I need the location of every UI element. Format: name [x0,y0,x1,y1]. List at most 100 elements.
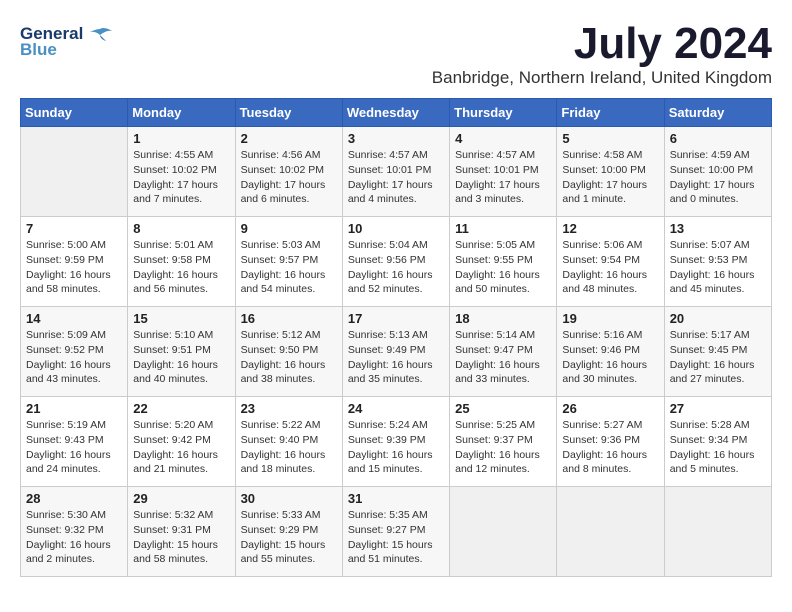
day-info: Sunrise: 5:24 AM Sunset: 9:39 PM Dayligh… [348,418,444,477]
logo: General Blue [20,24,112,61]
calendar-day-cell: 21 Sunrise: 5:19 AM Sunset: 9:43 PM Dayli… [21,397,128,487]
calendar-day-cell: 20Sunrise: 5:17 AM Sunset: 9:45 PM Dayli… [664,307,771,397]
day-number: 15 [133,311,229,326]
day-info: Sunrise: 5:14 AM Sunset: 9:47 PM Dayligh… [455,328,551,387]
calendar-day-cell: 11 Sunrise: 5:05 AM Sunset: 9:55 PM Dayli… [450,217,557,307]
day-number: 5 [562,131,658,146]
day-number: 20 [670,311,766,326]
day-number: 10 [348,221,444,236]
day-number: 17 [348,311,444,326]
calendar-day-cell: 5 Sunrise: 4:58 AM Sunset: 10:00 PM Dayli… [557,127,664,217]
calendar-day-cell: 30Sunrise: 5:33 AM Sunset: 9:29 PM Dayli… [235,487,342,577]
day-info: Sunrise: 4:57 AM Sunset: 10:01 PM Daylig… [348,148,444,207]
calendar-week-row: 7Sunrise: 5:00 AM Sunset: 9:59 PM Daylig… [21,217,772,307]
calendar-day-cell: 25Sunrise: 5:25 AM Sunset: 9:37 PM Dayli… [450,397,557,487]
day-number: 11 [455,221,551,236]
day-info: Sunrise: 5:05 AM Sunset: 9:55 PM Dayligh… [455,238,551,297]
calendar-day-cell: 16 Sunrise: 5:12 AM Sunset: 9:50 PM Dayli… [235,307,342,397]
calendar-day-cell [450,487,557,577]
calendar-day-cell: 4Sunrise: 4:57 AM Sunset: 10:01 PM Dayli… [450,127,557,217]
day-number: 27 [670,401,766,416]
calendar-day-cell: 27Sunrise: 5:28 AM Sunset: 9:34 PM Dayli… [664,397,771,487]
calendar-day-header: Sunday [21,99,128,127]
day-number: 3 [348,131,444,146]
calendar-header-row: SundayMondayTuesdayWednesdayThursdayFrid… [21,99,772,127]
day-info: Sunrise: 5:30 AM Sunset: 9:32 PM Dayligh… [26,508,122,567]
logo-text: General Blue [20,24,112,61]
day-number: 21 [26,401,122,416]
day-info: Sunrise: 4:56 AM Sunset: 10:02 PM Daylig… [241,148,337,207]
calendar-day-header: Tuesday [235,99,342,127]
calendar-day-header: Friday [557,99,664,127]
calendar-day-cell: 7Sunrise: 5:00 AM Sunset: 9:59 PM Daylig… [21,217,128,307]
calendar-day-cell: 23 Sunrise: 5:22 AM Sunset: 9:40 PM Dayli… [235,397,342,487]
main-title: July 2024 [432,20,772,68]
day-info: Sunrise: 5:06 AM Sunset: 9:54 PM Dayligh… [562,238,658,297]
calendar-day-header: Wednesday [342,99,449,127]
day-info: Sunrise: 5:22 AM Sunset: 9:40 PM Dayligh… [241,418,337,477]
day-info: Sunrise: 5:10 AM Sunset: 9:51 PM Dayligh… [133,328,229,387]
calendar-table: SundayMondayTuesdayWednesdayThursdayFrid… [20,98,772,577]
day-number: 19 [562,311,658,326]
day-number: 30 [241,491,337,506]
day-info: Sunrise: 5:00 AM Sunset: 9:59 PM Dayligh… [26,238,122,297]
day-number: 8 [133,221,229,236]
calendar-day-cell: 2 Sunrise: 4:56 AM Sunset: 10:02 PM Dayli… [235,127,342,217]
calendar-week-row: 14 Sunrise: 5:09 AM Sunset: 9:52 PM Dayli… [21,307,772,397]
day-info: Sunrise: 5:04 AM Sunset: 9:56 PM Dayligh… [348,238,444,297]
day-number: 18 [455,311,551,326]
calendar-day-cell: 3 Sunrise: 4:57 AM Sunset: 10:01 PM Dayli… [342,127,449,217]
calendar-week-row: 21 Sunrise: 5:19 AM Sunset: 9:43 PM Dayli… [21,397,772,487]
day-number: 13 [670,221,766,236]
day-info: Sunrise: 5:32 AM Sunset: 9:31 PM Dayligh… [133,508,229,567]
calendar-day-cell: 19 Sunrise: 5:16 AM Sunset: 9:46 PM Dayli… [557,307,664,397]
day-info: Sunrise: 5:35 AM Sunset: 9:27 PM Dayligh… [348,508,444,567]
day-info: Sunrise: 4:58 AM Sunset: 10:00 PM Daylig… [562,148,658,207]
day-number: 2 [241,131,337,146]
calendar-day-cell: 13 Sunrise: 5:07 AM Sunset: 9:53 PM Dayli… [664,217,771,307]
header: General Blue July 2024 Banbridge, Northe… [20,20,772,88]
calendar-day-header: Thursday [450,99,557,127]
calendar-day-cell: 18 Sunrise: 5:14 AM Sunset: 9:47 PM Dayli… [450,307,557,397]
calendar-day-cell: 8 Sunrise: 5:01 AM Sunset: 9:58 PM Daylig… [128,217,235,307]
day-info: Sunrise: 5:07 AM Sunset: 9:53 PM Dayligh… [670,238,766,297]
calendar-day-cell: 17 Sunrise: 5:13 AM Sunset: 9:49 PM Dayli… [342,307,449,397]
day-number: 29 [133,491,229,506]
day-info: Sunrise: 5:01 AM Sunset: 9:58 PM Dayligh… [133,238,229,297]
day-info: Sunrise: 5:09 AM Sunset: 9:52 PM Dayligh… [26,328,122,387]
calendar-day-cell: 6 Sunrise: 4:59 AM Sunset: 10:00 PM Dayli… [664,127,771,217]
day-number: 12 [562,221,658,236]
day-number: 22 [133,401,229,416]
logo-bird-icon [90,27,112,43]
calendar-day-cell: 24 Sunrise: 5:24 AM Sunset: 9:39 PM Dayli… [342,397,449,487]
calendar-week-row: 28Sunrise: 5:30 AM Sunset: 9:32 PM Dayli… [21,487,772,577]
day-info: Sunrise: 5:16 AM Sunset: 9:46 PM Dayligh… [562,328,658,387]
calendar-day-cell: 26Sunrise: 5:27 AM Sunset: 9:36 PM Dayli… [557,397,664,487]
calendar-day-cell [557,487,664,577]
calendar-day-cell [21,127,128,217]
calendar-day-header: Saturday [664,99,771,127]
day-info: Sunrise: 5:20 AM Sunset: 9:42 PM Dayligh… [133,418,229,477]
subtitle: Banbridge, Northern Ireland, United King… [432,68,772,88]
day-info: Sunrise: 5:12 AM Sunset: 9:50 PM Dayligh… [241,328,337,387]
calendar-day-cell: 9Sunrise: 5:03 AM Sunset: 9:57 PM Daylig… [235,217,342,307]
day-number: 16 [241,311,337,326]
day-info: Sunrise: 5:13 AM Sunset: 9:49 PM Dayligh… [348,328,444,387]
day-number: 4 [455,131,551,146]
calendar-day-cell: 28Sunrise: 5:30 AM Sunset: 9:32 PM Dayli… [21,487,128,577]
day-number: 23 [241,401,337,416]
day-info: Sunrise: 5:27 AM Sunset: 9:36 PM Dayligh… [562,418,658,477]
day-info: Sunrise: 4:59 AM Sunset: 10:00 PM Daylig… [670,148,766,207]
day-info: Sunrise: 5:03 AM Sunset: 9:57 PM Dayligh… [241,238,337,297]
calendar-day-cell: 1Sunrise: 4:55 AM Sunset: 10:02 PM Dayli… [128,127,235,217]
calendar-day-cell [664,487,771,577]
day-number: 25 [455,401,551,416]
day-number: 24 [348,401,444,416]
day-number: 14 [26,311,122,326]
calendar-day-cell: 12 Sunrise: 5:06 AM Sunset: 9:54 PM Dayli… [557,217,664,307]
day-info: Sunrise: 4:55 AM Sunset: 10:02 PM Daylig… [133,148,229,207]
calendar-day-cell: 15 Sunrise: 5:10 AM Sunset: 9:51 PM Dayli… [128,307,235,397]
day-info: Sunrise: 5:19 AM Sunset: 9:43 PM Dayligh… [26,418,122,477]
day-number: 6 [670,131,766,146]
day-number: 31 [348,491,444,506]
